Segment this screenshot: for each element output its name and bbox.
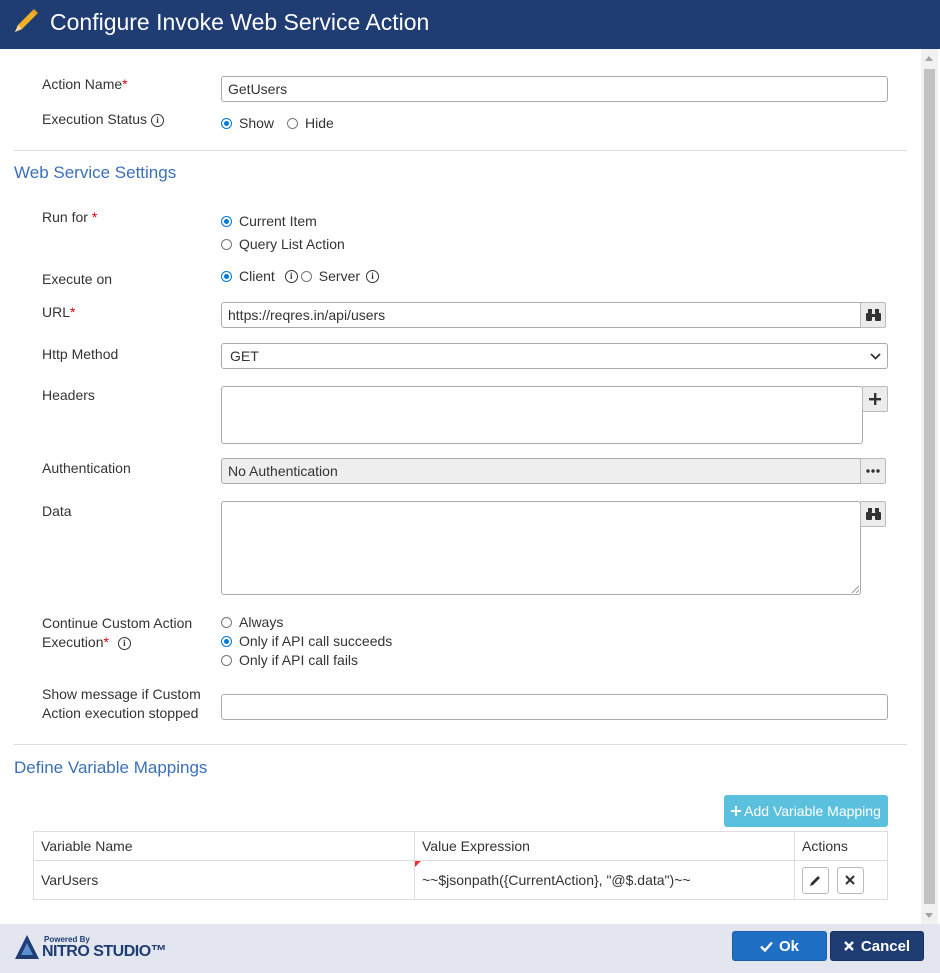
execute-on-radios: Client i Server i [221,268,380,284]
authentication-options-button[interactable] [860,458,886,484]
headers-input[interactable] [221,386,863,444]
value-expression-cell: ~~$jsonpath({CurrentAction}, "@$.data")~… [414,860,795,900]
info-icon[interactable]: i [151,113,165,127]
http-method-select[interactable]: GET [221,343,888,369]
delete-icon [845,875,856,885]
show-message-input[interactable] [221,694,888,720]
show-message-label: Show message if Custom Action execution … [42,686,201,721]
column-header-actions: Actions [794,831,888,861]
execute-on-server-radio[interactable] [300,270,312,282]
headers-label: Headers [42,387,95,403]
authentication-input: No Authentication [221,458,861,484]
continue-if-succeeds-radio[interactable] [221,635,232,647]
ellipsis-icon [866,469,880,473]
http-method-label: Http Method [42,346,119,362]
run-for-query-list: Query List Action [221,236,345,252]
column-header-value-expression: Value Expression [414,831,795,861]
info-icon[interactable]: i [284,269,298,283]
cancel-button[interactable]: Cancel [830,931,924,961]
status-show-radio[interactable] [221,117,232,129]
url-label: URL* [42,304,76,320]
table-header-row: Variable Name Value Expression Actions [33,831,888,861]
url-picker-button[interactable] [860,302,886,328]
execute-on-label: Execute on [42,271,113,287]
action-name-label: Action Name* [42,76,128,92]
add-variable-mapping-button[interactable]: Add Variable Mapping [724,795,888,827]
binoculars-icon [865,309,881,321]
continue-execution-label: Continue Custom Action Execution* i [42,615,193,650]
run-for-current-item-radio[interactable] [221,215,232,227]
scroll-down-icon[interactable] [925,913,933,918]
web-service-settings-title: Web Service Settings [14,163,177,182]
divider [14,744,907,745]
table-row: VarUsers ~~$jsonpath({CurrentAction}, "@… [33,860,888,900]
check-icon [760,941,773,952]
edit-icon [810,875,820,886]
variable-mappings-title: Define Variable Mappings [14,758,208,777]
status-hide-radio[interactable] [287,117,299,129]
add-header-button[interactable] [862,386,888,412]
vertical-scrollbar[interactable] [921,49,938,924]
run-for-query-list-radio[interactable] [221,238,232,250]
scroll-thumb[interactable] [924,69,935,904]
execution-status-label: Execution Status i [42,110,165,129]
action-name-input[interactable]: GetUsers [221,76,888,102]
continue-if-fails-radio[interactable] [221,654,232,666]
close-icon [844,941,854,951]
divider [14,150,907,151]
continue-if-fails: Only if API call fails [221,652,358,668]
run-for-label: Run for * [42,209,98,225]
info-icon[interactable]: i [366,269,380,283]
data-picker-button[interactable] [860,501,886,527]
url-input[interactable]: https://reqres.in/api/users [221,302,861,328]
pencil-icon [15,9,38,32]
run-for-current-item: Current Item [221,213,317,229]
variable-name-cell: VarUsers [33,860,415,900]
execution-status-radios: Show Hide [221,115,334,131]
continue-always: Always [221,614,283,630]
delete-mapping-button[interactable] [836,866,864,894]
scroll-up-icon[interactable] [925,56,933,61]
ok-button[interactable]: Ok [732,931,827,961]
execute-on-client-radio[interactable] [221,270,232,282]
nitro-studio-logo-icon [15,935,39,959]
dialog-header: Configure Invoke Web Service Action [0,0,940,49]
continue-if-succeeds: Only if API call succeeds [221,633,392,649]
plus-icon [731,806,742,816]
dialog-title: Configure Invoke Web Service Action [50,9,430,35]
continue-always-radio[interactable] [221,616,232,628]
chevron-down-icon [870,353,881,360]
edit-mapping-button[interactable] [802,866,829,894]
data-textarea[interactable] [221,501,861,595]
info-icon[interactable]: i [117,636,131,650]
resize-handle-icon[interactable] [851,585,859,593]
actions-cell [794,860,888,900]
binoculars-icon [865,508,881,520]
column-header-variable-name: Variable Name [33,831,415,861]
brand-logo: Powered By NITRO STUDIO™ [13,933,167,964]
authentication-label: Authentication [42,460,131,476]
variable-mappings-table: Variable Name Value Expression Actions V… [33,831,888,900]
plus-icon [869,393,881,405]
modified-indicator-icon [415,861,421,867]
data-label: Data [42,503,72,519]
